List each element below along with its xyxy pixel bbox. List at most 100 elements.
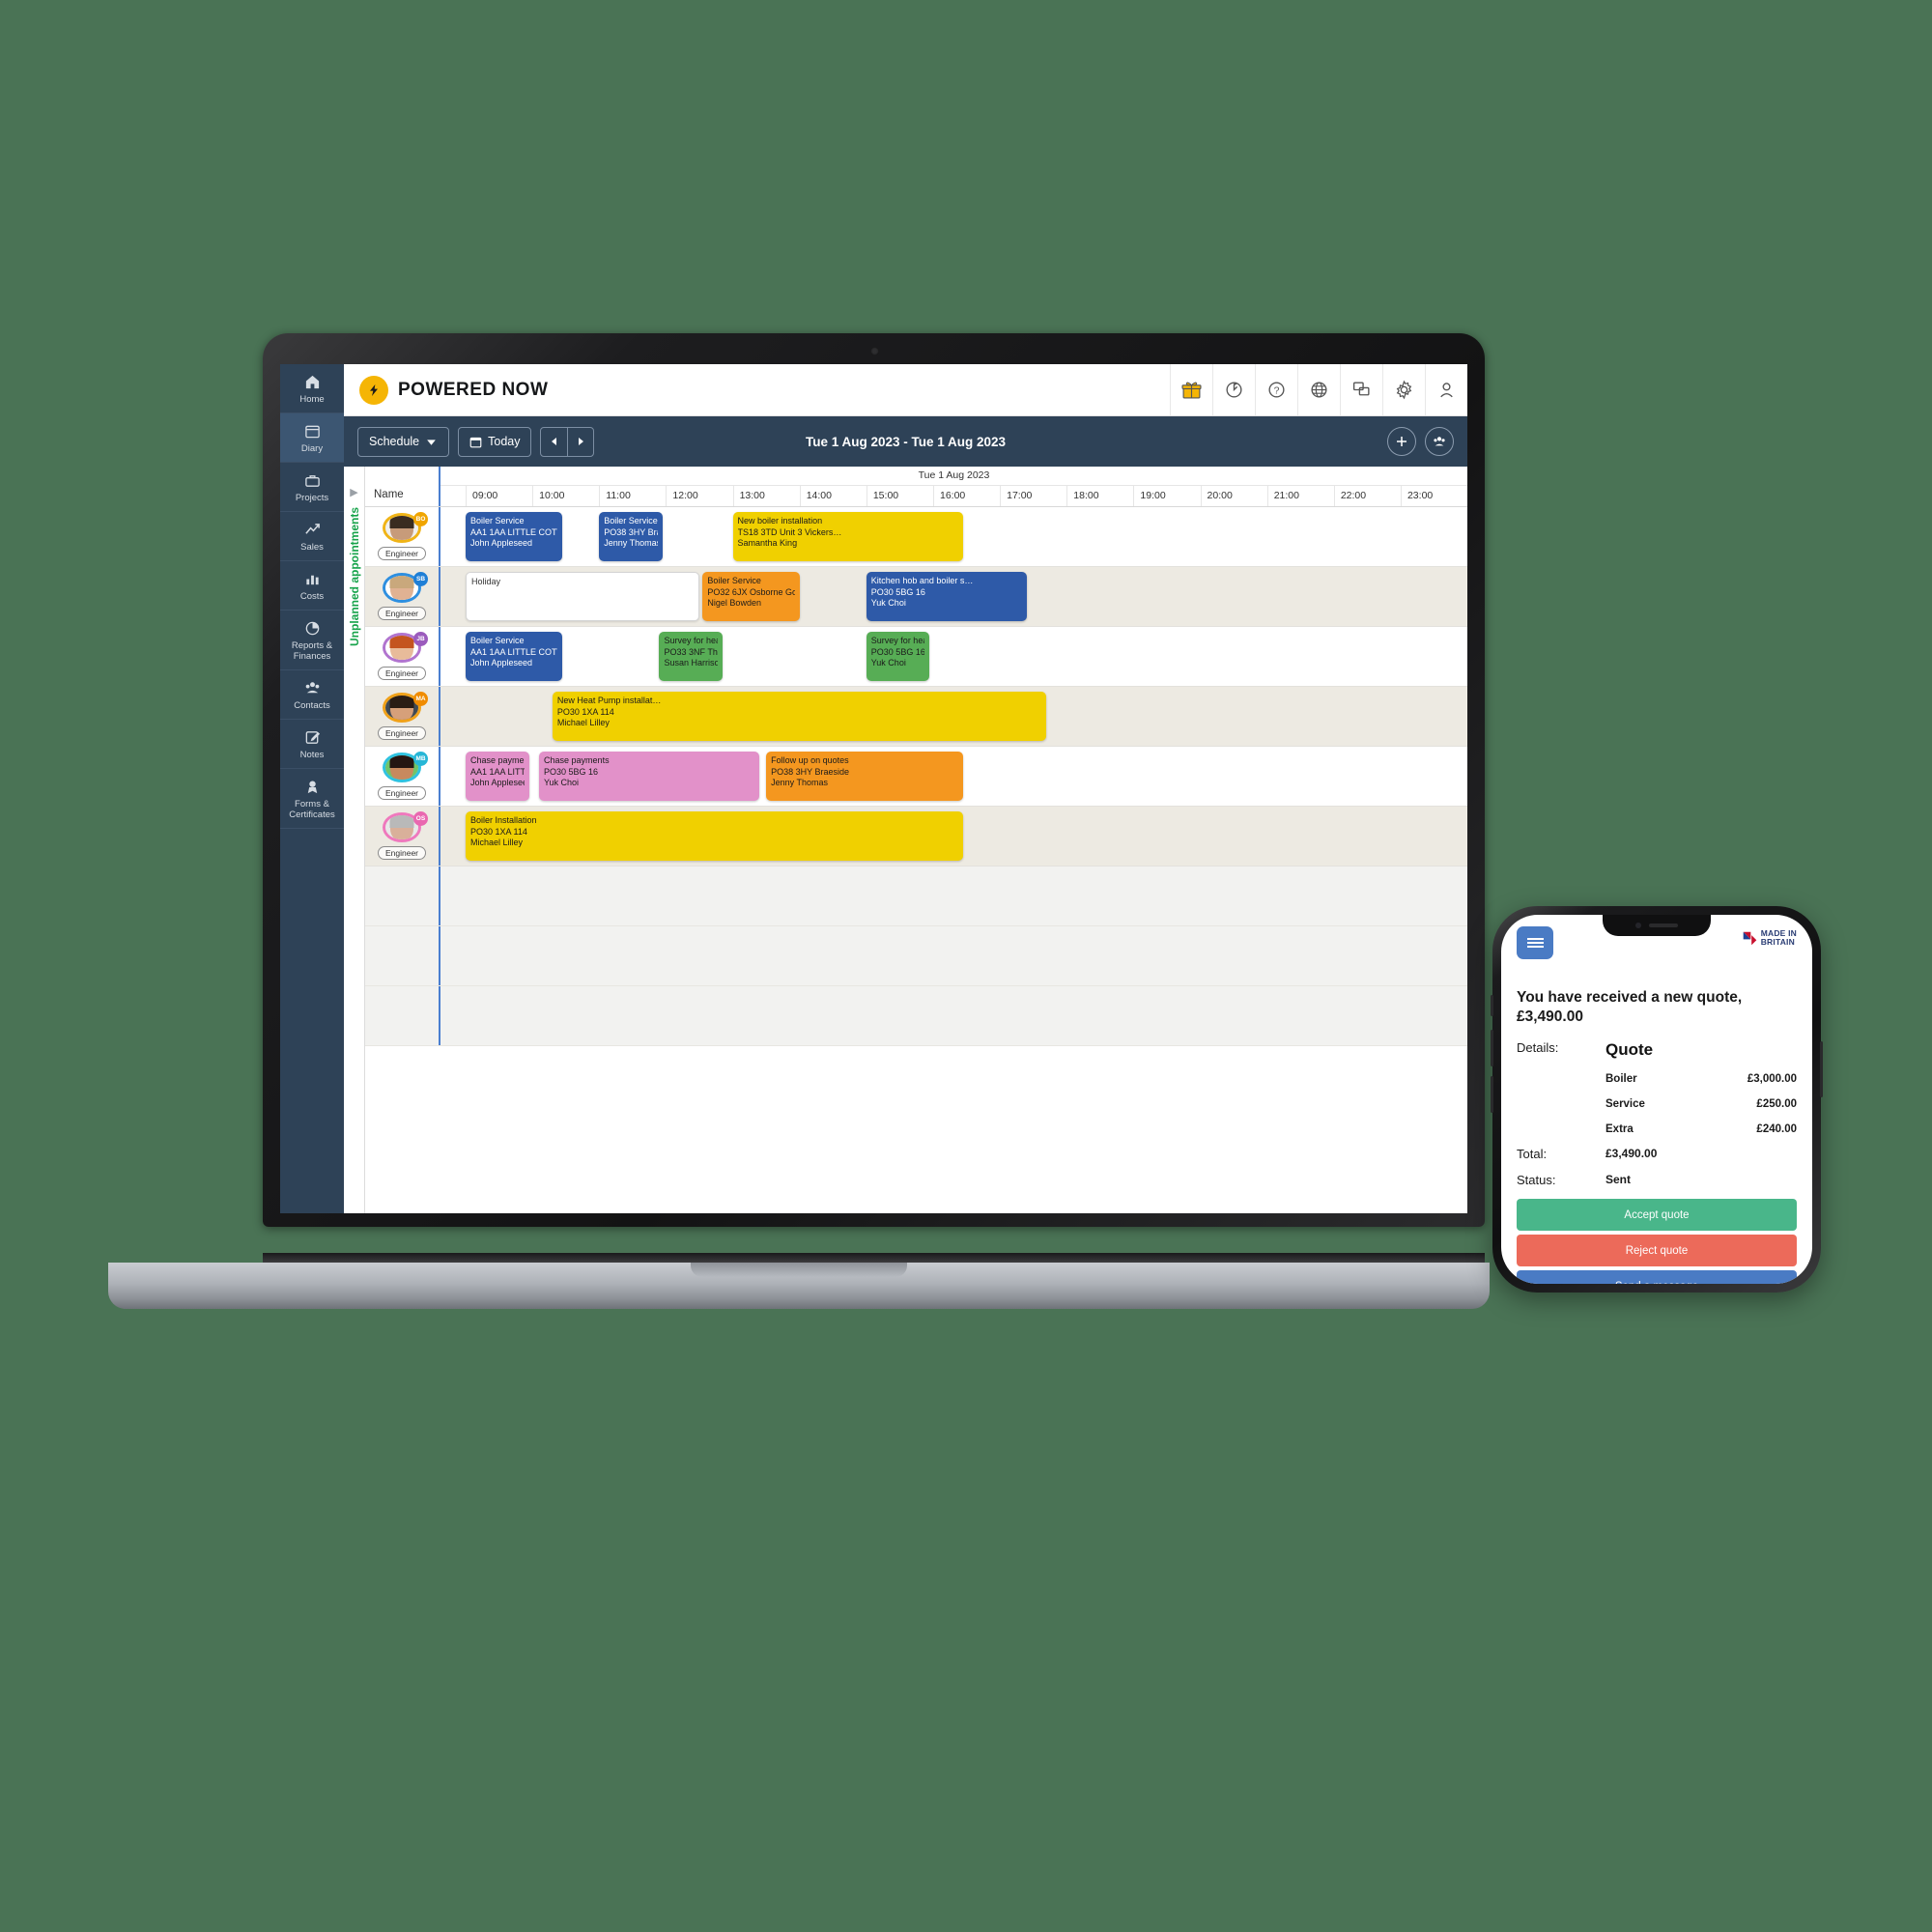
user-icon[interactable]: [1425, 364, 1467, 415]
resource-name-cell[interactable]: BO Engineer: [365, 507, 440, 566]
quote-action-buttons: Accept quoteReject quoteSend a messageDo…: [1517, 1199, 1797, 1284]
briefcase-icon: [282, 471, 342, 490]
time-slot-label: 22:00: [1333, 486, 1401, 506]
resource-name-cell[interactable]: JB Engineer: [365, 627, 440, 686]
appointment-block[interactable]: New Heat Pump installat… PO30 1XA 114 Mich…: [552, 692, 1047, 741]
sidebar-item-diary[interactable]: Diary: [280, 413, 344, 463]
laptop-lid: Home Diary Projects Sales Costs Reports & Fin…: [263, 333, 1485, 1227]
schedule-lane[interactable]: New Heat Pump installat… PO30 1XA 114 Mich…: [440, 687, 1467, 746]
schedule-row: MA Engineer New Heat Pump installat… PO30 1…: [365, 687, 1467, 747]
refresh-icon[interactable]: [1212, 364, 1255, 415]
sidebar-item-projects[interactable]: Projects: [280, 463, 344, 512]
time-slot-label: 14:00: [799, 486, 867, 506]
team-filter-button[interactable]: [1425, 427, 1454, 456]
unplanned-appointments-panel[interactable]: ▶ Unplanned appointments: [344, 467, 365, 1213]
appointment-person: John Appleseed: [470, 778, 525, 787]
laptop-base: [108, 1263, 1490, 1309]
appointment-block[interactable]: New boiler installation TS18 3TD Unit 3 V…: [732, 512, 964, 561]
appointment-block[interactable]: Kitchen hob and boiler s… PO30 5BG 16 Yuk …: [866, 572, 1027, 621]
sidebar-item-sales[interactable]: Sales: [280, 512, 344, 561]
phone-volume-up-button: [1491, 1030, 1493, 1066]
time-slot-pad: [440, 486, 466, 506]
appointment-block[interactable]: Chase payments PO30 5BG 16 Yuk Choi: [539, 752, 760, 801]
status-badge: SB: [413, 572, 428, 586]
reject-quote-button[interactable]: Reject quote: [1517, 1235, 1797, 1266]
appointment-title: Boiler Service: [470, 636, 525, 645]
hamburger-menu-button[interactable]: [1517, 926, 1553, 959]
schedule-rows: BO Engineer Boiler Service AA1 1AA LITTLE C…: [365, 507, 1467, 1213]
time-slot-label: 21:00: [1266, 486, 1334, 506]
trending-up-icon: [282, 521, 342, 539]
add-appointment-button[interactable]: [1387, 427, 1416, 456]
schedule-lane[interactable]: Chase paymentsAA1 1AA LITTLE CJohn Apple…: [440, 747, 1467, 806]
sidebar-item-label: Costs: [299, 591, 325, 602]
time-slot-label: 10:00: [532, 486, 600, 506]
empty-name-cell: [365, 867, 440, 925]
appointment-block[interactable]: Boiler ServiceAA1 1AA LITTLE COTT…John A…: [466, 632, 563, 681]
view-selector-button[interactable]: Schedule: [357, 426, 450, 457]
appointment-block[interactable]: Survey for heat purPO30 5BG 16Yuk Choi: [866, 632, 930, 681]
role-label: Engineer: [377, 547, 427, 560]
sidebar-item-notes[interactable]: Notes: [280, 720, 344, 769]
sidebar-item-costs[interactable]: Costs: [280, 561, 344, 611]
appointment-person: John Appleseed: [470, 658, 533, 668]
sidebar-item-reports-finances[interactable]: Reports & Finances: [280, 611, 344, 670]
accept-quote-button[interactable]: Accept quote: [1517, 1199, 1797, 1231]
chevron-right-icon: [579, 438, 584, 445]
chat-icon[interactable]: [1340, 364, 1382, 415]
appointment-block[interactable]: Chase paymentsAA1 1AA LITTLE CJohn Apple…: [466, 752, 529, 801]
appointment-title: Boiler Service: [470, 516, 525, 526]
certificate-icon: [282, 778, 342, 796]
appointment-title: Survey for heat pur: [664, 636, 718, 645]
schedule-header: Name Tue 1 Aug 2023 09:00 10:00 11:00 12:00…: [365, 467, 1467, 507]
status-label: Status:: [1517, 1173, 1556, 1187]
status-value: Sent: [1605, 1173, 1632, 1186]
expand-panel-icon[interactable]: ▶: [350, 488, 357, 498]
appointment-block[interactable]: Follow up on quotes PO38 3HY Braeside Jenn…: [766, 752, 964, 801]
chevron-down-icon: [427, 439, 436, 445]
sidebar-item-forms-certificates[interactable]: Forms & Certificates: [280, 769, 344, 829]
appointment-address: PO30 5BG 16: [544, 766, 599, 777]
sidebar-item-label: Forms & Certificates: [289, 799, 335, 820]
schedule-lane[interactable]: Boiler ServiceAA1 1AA LITTLE COTT…John A…: [440, 507, 1467, 566]
today-button[interactable]: Today: [458, 426, 532, 457]
schedule-lane[interactable]: Holiday Boiler Service PO32 6JX Osborne Go…: [440, 567, 1467, 626]
appointment-block[interactable]: Survey for heat purPO33 3NF The CluSusan…: [659, 632, 724, 681]
appointment-person: Michael Lilley: [470, 838, 524, 847]
britain-label: BRITAIN: [1760, 937, 1795, 947]
help-icon[interactable]: ?: [1255, 364, 1297, 415]
app-topbar: POWERED NOW ?: [344, 364, 1467, 416]
gift-icon[interactable]: [1170, 364, 1212, 415]
prev-day-button[interactable]: [541, 428, 567, 456]
svg-text:?: ?: [1274, 385, 1280, 397]
appointment-block[interactable]: Boiler Service PO32 6JX Osborne Golf Nigel…: [702, 572, 800, 621]
sidebar-item-label: Notes: [299, 750, 325, 760]
quote-line-item: Extra £240.00: [1605, 1123, 1797, 1135]
resource-name-cell[interactable]: MA Engineer: [365, 687, 440, 746]
time-slot-row: 09:00 10:00 11:00 12:00 13:00 14:00 15:00 16:00…: [440, 486, 1467, 506]
schedule-lane[interactable]: Boiler ServiceAA1 1AA LITTLE COTT…John A…: [440, 627, 1467, 686]
empty-schedule-row: [365, 926, 1467, 986]
next-day-button[interactable]: [567, 427, 593, 456]
quote-item-name: Extra: [1605, 1123, 1634, 1135]
appointment-block[interactable]: Boiler ServicePO38 3HY BraesidJenny Thom…: [599, 512, 663, 561]
appointment-block[interactable]: Boiler Installation PO30 1XA 114 Michael L…: [466, 811, 964, 861]
send-a-message-button[interactable]: Send a message: [1517, 1270, 1797, 1284]
total-value: £3,490.00: [1605, 1147, 1658, 1160]
resource-name-cell[interactable]: OS Engineer: [365, 807, 440, 866]
appointment-block[interactable]: Boiler ServiceAA1 1AA LITTLE COTT…John A…: [466, 512, 563, 561]
total-label: Total:: [1517, 1147, 1548, 1161]
sidebar-item-contacts[interactable]: Contacts: [280, 670, 344, 720]
gear-icon[interactable]: [1382, 364, 1425, 415]
time-slot-label: 09:00: [466, 486, 533, 506]
appointment-block[interactable]: Holiday: [466, 572, 699, 621]
time-slot-label: 15:00: [866, 486, 933, 506]
schedule-lane[interactable]: Boiler Installation PO30 1XA 114 Michael L…: [440, 807, 1467, 866]
resource-name-cell[interactable]: MB Engineer: [365, 747, 440, 806]
resource-name-cell[interactable]: SB Engineer: [365, 567, 440, 626]
laptop-mockup: Home Diary Projects Sales Costs Reports & Fin…: [108, 333, 1490, 1309]
sidebar-item-home[interactable]: Home: [280, 364, 344, 413]
appointment-person: Yuk Choi: [544, 778, 580, 787]
appointment-title: Holiday: [471, 577, 501, 586]
globe-icon[interactable]: [1297, 364, 1340, 415]
